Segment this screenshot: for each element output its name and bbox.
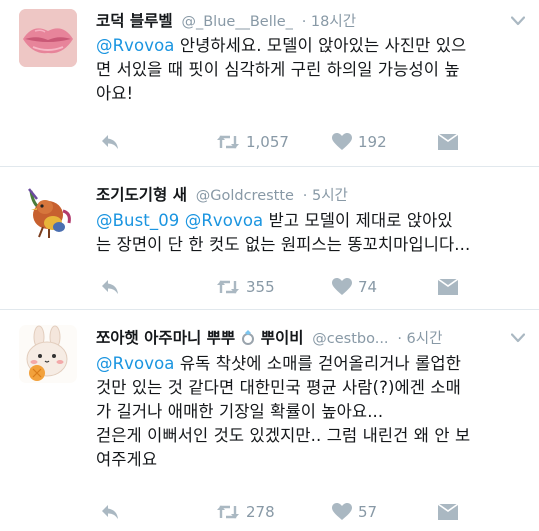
tweet-text: @Rvovoa 유독 착샷에 소매를 걷어올리거나 롤업한 것만 있는 것 같다… <box>96 354 471 469</box>
chevron-down-icon[interactable] <box>511 16 525 26</box>
tweet-actions: 355 74 <box>96 275 526 299</box>
avatar[interactable] <box>19 9 77 67</box>
handle[interactable]: @Goldcrestte <box>196 188 294 204</box>
display-name-suffix[interactable]: 뿌이비 <box>261 329 304 347</box>
handle[interactable]: @_Blue__Belle_ <box>181 14 292 30</box>
retweet-icon <box>217 135 239 149</box>
like-button[interactable]: 74 <box>332 275 377 299</box>
handle[interactable]: @cestbo... <box>312 331 388 347</box>
like-count: 192 <box>358 133 387 151</box>
reply-icon <box>102 280 118 294</box>
ring-emoji-icon <box>241 330 254 345</box>
direct-message-button[interactable] <box>438 130 458 154</box>
retweet-icon <box>217 280 239 294</box>
tweet-text: @Bust_09 @Rvovoa 받고 모델이 제대로 앉아있 는 장면이 단 … <box>96 211 471 254</box>
mention-link[interactable]: @Bust_09 @Rvovoa <box>96 211 263 230</box>
mention-link[interactable]: @Rvovoa <box>96 36 175 55</box>
retweet-button[interactable]: 355 <box>216 275 275 299</box>
display-name[interactable]: 조기도기형 새 <box>96 186 187 204</box>
envelope-icon <box>438 133 458 150</box>
reply-button[interactable] <box>100 275 120 299</box>
timestamp[interactable]: · 6시간 <box>397 331 442 347</box>
retweet-count: 355 <box>246 278 275 296</box>
direct-message-button[interactable] <box>438 500 458 524</box>
tweet-text: @Rvovoa 안녕하세요. 모델이 앉아있는 사진만 있으 면 서있을 때 핏… <box>96 36 467 103</box>
direct-message-button[interactable] <box>438 275 458 299</box>
like-count: 57 <box>358 503 378 521</box>
reply-icon <box>102 135 118 149</box>
avatar[interactable] <box>19 183 77 241</box>
tweet-actions: 1,057 192 <box>96 130 526 154</box>
mention-link[interactable]: @Rvovoa <box>96 354 175 373</box>
heart-icon <box>332 133 352 150</box>
avatar[interactable] <box>19 325 77 383</box>
envelope-icon <box>438 278 458 295</box>
display-name[interactable]: 코덕 블루벨 <box>96 12 173 30</box>
retweet-icon <box>217 505 239 519</box>
heart-icon <box>332 278 352 295</box>
retweet-count: 278 <box>246 503 275 521</box>
like-count: 74 <box>358 278 378 296</box>
envelope-icon <box>438 503 458 520</box>
timestamp[interactable]: · 5시간 <box>303 188 348 204</box>
heart-icon <box>332 503 352 520</box>
tweet[interactable]: 조기도기형 새 @Goldcrestte · 5시간 @Bust_09 @Rvo… <box>0 167 539 310</box>
retweet-button[interactable]: 278 <box>216 500 275 524</box>
like-button[interactable]: 57 <box>332 500 377 524</box>
retweet-count: 1,057 <box>246 133 289 151</box>
reply-icon <box>102 505 118 519</box>
tweet-feed: 코덕 블루벨 @_Blue__Belle_ · 18시간 @Rvovoa 안녕하… <box>0 0 539 531</box>
tweet-actions: 278 57 <box>96 500 526 524</box>
tweet[interactable]: 코덕 블루벨 @_Blue__Belle_ · 18시간 @Rvovoa 안녕하… <box>0 0 539 167</box>
like-button[interactable]: 192 <box>332 130 387 154</box>
retweet-button[interactable]: 1,057 <box>216 130 289 154</box>
reply-button[interactable] <box>100 130 120 154</box>
reply-button[interactable] <box>100 500 120 524</box>
tweet[interactable]: 쪼아햇 아주마니 뿌뿌 뿌이비 @cestbo... · 6시간 @Rvovoa… <box>0 310 539 531</box>
timestamp[interactable]: · 18시간 <box>302 14 356 30</box>
chevron-down-icon[interactable] <box>511 333 525 343</box>
display-name[interactable]: 쪼아햇 아주마니 뿌뿌 <box>96 329 235 347</box>
